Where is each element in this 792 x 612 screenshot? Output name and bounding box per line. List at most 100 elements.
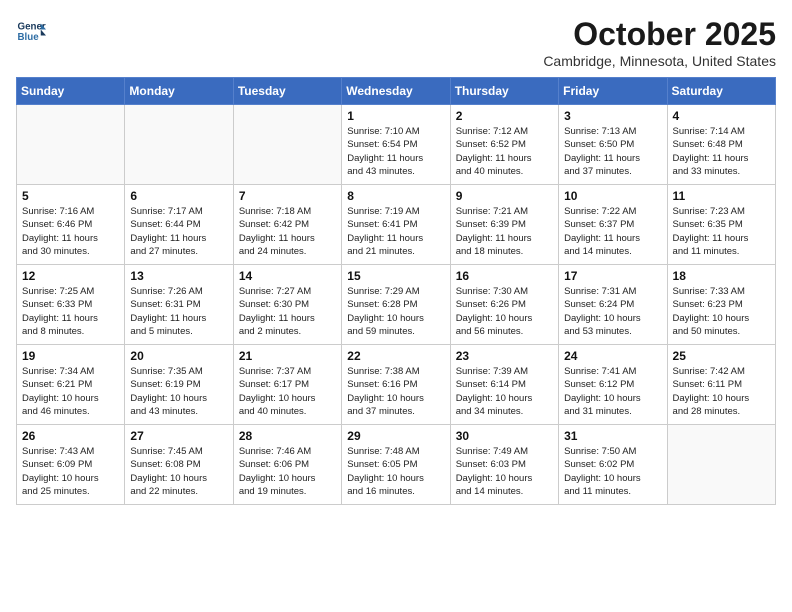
- day-number: 28: [239, 429, 336, 443]
- day-info: Sunrise: 7:12 AMSunset: 6:52 PMDaylight:…: [456, 125, 553, 178]
- day-info: Sunrise: 7:17 AMSunset: 6:44 PMDaylight:…: [130, 205, 227, 258]
- day-number: 12: [22, 269, 119, 283]
- day-number: 15: [347, 269, 444, 283]
- day-info: Sunrise: 7:23 AMSunset: 6:35 PMDaylight:…: [673, 205, 770, 258]
- calendar-cell: [233, 105, 341, 185]
- day-info: Sunrise: 7:46 AMSunset: 6:06 PMDaylight:…: [239, 445, 336, 498]
- day-number: 16: [456, 269, 553, 283]
- calendar-cell: 11Sunrise: 7:23 AMSunset: 6:35 PMDayligh…: [667, 185, 775, 265]
- calendar-cell: 13 Sunrise: 7:26 AMSunset: 6:31 PMDayligh…: [125, 265, 233, 345]
- calendar-cell: 1 Sunrise: 7:10 AMSunset: 6:54 PMDaylight…: [342, 105, 450, 185]
- day-info: Sunrise: 7:10 AMSunset: 6:54 PMDaylight:…: [347, 125, 444, 178]
- day-number: 25: [673, 349, 770, 363]
- calendar-cell: 27Sunrise: 7:45 AMSunset: 6:08 PMDayligh…: [125, 425, 233, 505]
- day-number: 2: [456, 109, 553, 123]
- calendar-cell: 25 Sunrise: 7:42 AMSunset: 6:11 PMDayligh…: [667, 345, 775, 425]
- day-number: 24: [564, 349, 661, 363]
- day-info: Sunrise: 7:43 AMSunset: 6:09 PMDaylight:…: [22, 445, 119, 498]
- calendar-cell: 16 Sunrise: 7:30 AMSunset: 6:26 PMDayligh…: [450, 265, 558, 345]
- calendar-cell: [667, 425, 775, 505]
- day-number: 7: [239, 189, 336, 203]
- day-info: Sunrise: 7:50 AMSunset: 6:02 PMDaylight:…: [564, 445, 661, 498]
- calendar-cell: 10 Sunrise: 7:22 AMSunset: 6:37 PMDayligh…: [559, 185, 667, 265]
- day-info: Sunrise: 7:35 AMSunset: 6:19 PMDaylight:…: [130, 365, 227, 418]
- calendar-cell: 31 Sunrise: 7:50 AMSunset: 6:02 PMDayligh…: [559, 425, 667, 505]
- day-number: 22: [347, 349, 444, 363]
- calendar-cell: 9 Sunrise: 7:21 AMSunset: 6:39 PMDaylight…: [450, 185, 558, 265]
- calendar-week-5: 26 Sunrise: 7:43 AMSunset: 6:09 PMDayligh…: [17, 425, 776, 505]
- calendar-cell: 18Sunrise: 7:33 AMSunset: 6:23 PMDayligh…: [667, 265, 775, 345]
- calendar-cell: 24 Sunrise: 7:41 AMSunset: 6:12 PMDayligh…: [559, 345, 667, 425]
- calendar-cell: 6 Sunrise: 7:17 AMSunset: 6:44 PMDaylight…: [125, 185, 233, 265]
- logo-icon: General Blue: [16, 16, 46, 46]
- day-number: 1: [347, 109, 444, 123]
- calendar-cell: 19 Sunrise: 7:34 AMSunset: 6:21 PMDayligh…: [17, 345, 125, 425]
- weekday-monday: Monday: [125, 78, 233, 105]
- calendar-cell: 3 Sunrise: 7:13 AMSunset: 6:50 PMDaylight…: [559, 105, 667, 185]
- day-info: Sunrise: 7:29 AMSunset: 6:28 PMDaylight:…: [347, 285, 444, 338]
- calendar-table: SundayMondayTuesdayWednesdayThursdayFrid…: [16, 77, 776, 505]
- calendar-week-3: 12Sunrise: 7:25 AMSunset: 6:33 PMDayligh…: [17, 265, 776, 345]
- day-number: 5: [22, 189, 119, 203]
- calendar-week-2: 5Sunrise: 7:16 AMSunset: 6:46 PMDaylight…: [17, 185, 776, 265]
- calendar-cell: 12Sunrise: 7:25 AMSunset: 6:33 PMDayligh…: [17, 265, 125, 345]
- calendar-cell: 5Sunrise: 7:16 AMSunset: 6:46 PMDaylight…: [17, 185, 125, 265]
- weekday-thursday: Thursday: [450, 78, 558, 105]
- day-number: 9: [456, 189, 553, 203]
- calendar-cell: 2 Sunrise: 7:12 AMSunset: 6:52 PMDaylight…: [450, 105, 558, 185]
- day-number: 13: [130, 269, 227, 283]
- day-number: 27: [130, 429, 227, 443]
- calendar-cell: 4 Sunrise: 7:14 AMSunset: 6:48 PMDaylight…: [667, 105, 775, 185]
- day-number: 8: [347, 189, 444, 203]
- weekday-wednesday: Wednesday: [342, 78, 450, 105]
- calendar-cell: 21 Sunrise: 7:37 AMSunset: 6:17 PMDayligh…: [233, 345, 341, 425]
- day-number: 30: [456, 429, 553, 443]
- calendar-cell: 15 Sunrise: 7:29 AMSunset: 6:28 PMDayligh…: [342, 265, 450, 345]
- day-info: Sunrise: 7:26 AMSunset: 6:31 PMDaylight:…: [130, 285, 227, 338]
- day-info: Sunrise: 7:33 AMSunset: 6:23 PMDaylight:…: [673, 285, 770, 338]
- day-info: Sunrise: 7:22 AMSunset: 6:37 PMDaylight:…: [564, 205, 661, 258]
- month-title: October 2025: [543, 16, 776, 53]
- day-number: 31: [564, 429, 661, 443]
- day-info: Sunrise: 7:49 AMSunset: 6:03 PMDaylight:…: [456, 445, 553, 498]
- day-info: Sunrise: 7:18 AMSunset: 6:42 PMDaylight:…: [239, 205, 336, 258]
- calendar-week-4: 19 Sunrise: 7:34 AMSunset: 6:21 PMDayligh…: [17, 345, 776, 425]
- day-number: 26: [22, 429, 119, 443]
- day-info: Sunrise: 7:39 AMSunset: 6:14 PMDaylight:…: [456, 365, 553, 418]
- day-info: Sunrise: 7:14 AMSunset: 6:48 PMDaylight:…: [673, 125, 770, 178]
- calendar-week-1: 1 Sunrise: 7:10 AMSunset: 6:54 PMDaylight…: [17, 105, 776, 185]
- page-header: General Blue October 2025 Cambridge, Min…: [16, 16, 776, 69]
- calendar-cell: 20 Sunrise: 7:35 AMSunset: 6:19 PMDayligh…: [125, 345, 233, 425]
- day-number: 19: [22, 349, 119, 363]
- day-info: Sunrise: 7:34 AMSunset: 6:21 PMDaylight:…: [22, 365, 119, 418]
- day-info: Sunrise: 7:19 AMSunset: 6:41 PMDaylight:…: [347, 205, 444, 258]
- day-number: 4: [673, 109, 770, 123]
- day-number: 10: [564, 189, 661, 203]
- calendar-cell: 22Sunrise: 7:38 AMSunset: 6:16 PMDayligh…: [342, 345, 450, 425]
- day-number: 20: [130, 349, 227, 363]
- day-info: Sunrise: 7:31 AMSunset: 6:24 PMDaylight:…: [564, 285, 661, 338]
- calendar-cell: 23 Sunrise: 7:39 AMSunset: 6:14 PMDayligh…: [450, 345, 558, 425]
- day-number: 23: [456, 349, 553, 363]
- day-info: Sunrise: 7:30 AMSunset: 6:26 PMDaylight:…: [456, 285, 553, 338]
- logo: General Blue: [16, 16, 46, 46]
- day-number: 6: [130, 189, 227, 203]
- calendar-cell: 7 Sunrise: 7:18 AMSunset: 6:42 PMDaylight…: [233, 185, 341, 265]
- calendar-cell: 17Sunrise: 7:31 AMSunset: 6:24 PMDayligh…: [559, 265, 667, 345]
- day-info: Sunrise: 7:27 AMSunset: 6:30 PMDaylight:…: [239, 285, 336, 338]
- weekday-header-row: SundayMondayTuesdayWednesdayThursdayFrid…: [17, 78, 776, 105]
- calendar-cell: 8 Sunrise: 7:19 AMSunset: 6:41 PMDaylight…: [342, 185, 450, 265]
- day-info: Sunrise: 7:48 AMSunset: 6:05 PMDaylight:…: [347, 445, 444, 498]
- weekday-sunday: Sunday: [17, 78, 125, 105]
- calendar-cell: 30 Sunrise: 7:49 AMSunset: 6:03 PMDayligh…: [450, 425, 558, 505]
- day-info: Sunrise: 7:21 AMSunset: 6:39 PMDaylight:…: [456, 205, 553, 258]
- location-title: Cambridge, Minnesota, United States: [543, 53, 776, 69]
- day-number: 3: [564, 109, 661, 123]
- day-info: Sunrise: 7:13 AMSunset: 6:50 PMDaylight:…: [564, 125, 661, 178]
- day-number: 14: [239, 269, 336, 283]
- day-info: Sunrise: 7:37 AMSunset: 6:17 PMDaylight:…: [239, 365, 336, 418]
- calendar-cell: 26 Sunrise: 7:43 AMSunset: 6:09 PMDayligh…: [17, 425, 125, 505]
- day-info: Sunrise: 7:41 AMSunset: 6:12 PMDaylight:…: [564, 365, 661, 418]
- day-number: 21: [239, 349, 336, 363]
- day-info: Sunrise: 7:42 AMSunset: 6:11 PMDaylight:…: [673, 365, 770, 418]
